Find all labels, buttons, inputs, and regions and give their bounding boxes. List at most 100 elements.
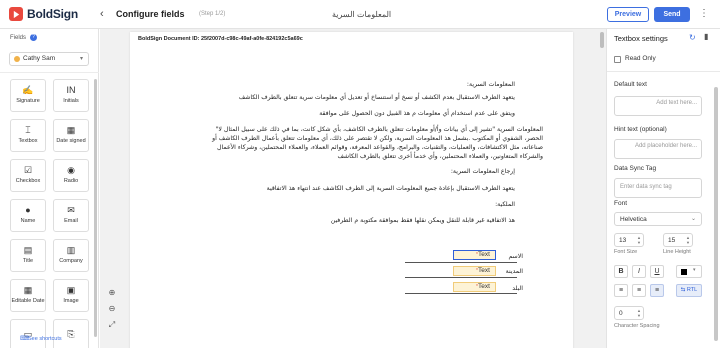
font-label: Font [614,200,628,207]
tile-label: Title [22,258,34,265]
hint-text-input[interactable]: Add placeholder here... [614,139,702,159]
stepper-arrows-icon: ▲ ▼ [637,308,641,318]
hint-text-label: Hint text (optional) [614,126,667,133]
top-bar: BoldSign ‹ Configure fields (Step 1/2) ا… [0,0,720,29]
divider [607,71,720,72]
form-underline [405,293,517,294]
settings-scrollbar[interactable] [714,87,718,341]
tile-label: Date signed [56,138,86,145]
form-label-city: المدينة [505,268,523,275]
line-height-stepper[interactable]: 15 ▲ ▼ [663,233,693,247]
field-tile-checkbox[interactable]: ☑ Checkbox [10,159,46,192]
field-tile-label[interactable]: ▭ [10,319,46,348]
paragraph-line: هذ الاتفاقية غير قابلة للنقل ويمكن نقلها… [330,217,515,224]
signer-name: Cathy Sam [23,55,56,62]
font-color-picker[interactable]: ▾ [676,265,702,278]
left-scrollbar[interactable] [94,79,97,337]
document-name: المعلومات السرية [332,10,392,19]
field-tile-company[interactable]: ▥ Company [53,239,89,272]
character-spacing-stepper[interactable]: 0 ▲ ▼ [614,306,644,320]
paragraph-line: الملكية: [495,201,515,208]
align-right-button[interactable]: ≡ [650,284,664,297]
font-value: Helvetica [620,216,647,223]
editable-date-icon: ▦ [23,285,33,296]
document-id: BoldSign Document ID: 25f2007d-c98c-49af… [138,36,303,42]
tile-label: Name [20,218,36,225]
field-tile-image[interactable]: ▣ Image [53,279,89,312]
fields-label: Fields [10,35,27,41]
field-tile-radio[interactable]: ◉ Radio [53,159,89,192]
document-canvas: BoldSign Document ID: 25f2007d-c98c-49af… [100,29,606,348]
character-spacing-label: Character Spacing [614,323,660,329]
canvas-scrollbar[interactable] [600,32,604,48]
text-field[interactable]: *Text [453,282,496,292]
text-field[interactable]: *Text [453,266,496,276]
title-icon: ▤ [23,245,33,256]
field-tile-title[interactable]: ▤ Title [10,239,46,272]
document-page: BoldSign Document ID: 25f2007d-c98c-49af… [130,32,573,348]
bold-button[interactable]: B [614,265,628,278]
signer-select[interactable]: Cathy Sam ▾ [9,52,89,66]
text-field-selected[interactable]: *Text [453,250,496,260]
paragraph-line: الحصر، الشفوي أو المكتوب .بشمل هذ المعلو… [212,135,543,142]
data-sync-input[interactable]: Enter data sync tag [614,178,702,198]
font-select[interactable]: Helvetica ⌄ [614,212,702,226]
form-underline [405,277,517,278]
font-color-swatch [681,269,687,275]
default-text-input[interactable]: Add text here... [614,96,702,116]
italic-button[interactable]: I [632,265,646,278]
read-only-checkbox[interactable] [614,56,621,63]
see-shortcuts-link[interactable]: See shortcuts [28,336,62,342]
page-title: Configure fields [116,9,185,19]
fit-page-icon[interactable]: ⤢ [109,319,115,331]
tile-label: Email [64,218,78,225]
step-indicator: (Step 1/2) [199,11,226,17]
chevron-down-icon: ⌄ [691,216,697,222]
initials-icon: IN [66,85,76,96]
paragraph-line: ويتفق على عدم استخدام أي معلومات م هذ ال… [319,110,515,117]
stepper-arrows-icon: ▲ ▼ [637,235,641,245]
paragraph-line: والشركاء المتعاونين، والعملاء المحتملين،… [337,153,543,160]
tile-label: Company [59,258,83,265]
send-button[interactable]: Send [654,7,690,22]
field-tile-email[interactable]: ✉ Email [53,199,89,232]
preview-button[interactable]: Preview [607,7,649,22]
font-size-stepper[interactable]: 13 ▲ ▼ [614,233,644,247]
company-icon: ▥ [66,245,76,256]
more-options-icon[interactable]: ⋮ [699,8,709,19]
paragraph-line: إرجاع المعلومات السرية: [450,168,515,175]
rtl-button[interactable]: ⇆ RTL [676,284,702,297]
zoom-controls: ⊕ ⊖ ⤢ [104,287,120,339]
help-icon[interactable]: ? [30,34,37,41]
underline-button[interactable]: U [650,265,664,278]
data-sync-label: Data Sync Tag [614,165,657,172]
zoom-in-icon[interactable]: ⊕ [109,287,116,299]
tile-label: Textbox [18,138,38,145]
align-left-button[interactable]: ≡ [614,284,628,297]
collapse-panel-icon[interactable]: ▮ [704,32,708,41]
logo-text: BoldSign [27,7,79,21]
field-tile-initials[interactable]: IN Initials [53,79,89,112]
field-tile-textbox[interactable]: ⌶ Textbox [10,119,46,152]
zoom-out-icon[interactable]: ⊖ [109,303,116,315]
textbox-settings-panel: Textbox settings ↻ ▮ Read Only Default t… [606,29,720,348]
field-tile-date-signed[interactable]: ▦ Date signed [53,119,89,152]
field-tile-name[interactable]: ● Name [10,199,46,232]
paragraph-line: يتعهد الطرف الاستقبال بعدم الكشف أو نسخ … [238,94,515,101]
back-arrow-icon[interactable]: ‹ [100,8,104,20]
tile-label: Editable Date [11,298,45,305]
divider [0,72,99,73]
field-tile-editable-date[interactable]: ▦ Editable Date [10,279,46,312]
field-tile-attachment[interactable]: ⎘ [53,319,89,348]
attachment-icon: ⎘ [67,328,75,339]
tile-label: Radio [63,178,79,185]
logo-mark-icon [9,7,23,21]
calendar-icon: ▦ [66,125,76,136]
refresh-icon[interactable]: ↻ [689,33,696,42]
form-label-name: الاسم [508,253,523,260]
required-option-partial [614,44,694,48]
align-center-button[interactable]: ≡ [632,284,646,297]
field-tile-signature[interactable]: ✍ Signature [10,79,46,112]
boldsign-logo: BoldSign [9,7,78,21]
tile-label: Checkbox [15,178,41,185]
